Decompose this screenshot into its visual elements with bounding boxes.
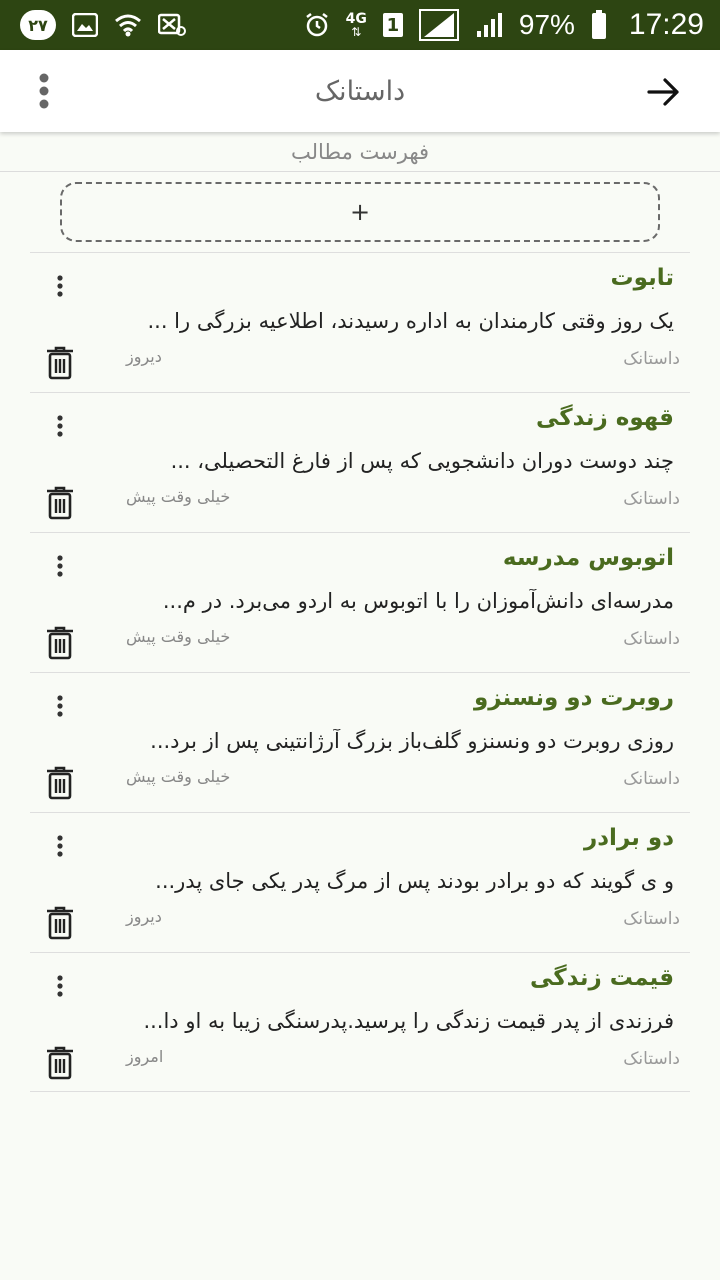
row-more-button[interactable] [48,833,72,859]
story-category: داستانک [623,489,680,509]
story-category: داستانک [623,909,680,929]
data-off-icon [158,13,186,37]
app-title: داستانک [314,75,406,107]
more-vertical-icon [57,975,63,997]
story-excerpt: روزی روبرت دو ونسنزو گلف‌باز بزرگ آرژانت… [150,729,674,753]
story-excerpt: یک روز وقتی کارمندان به اداره رسیدند، اط… [147,309,674,333]
notification-badge: ۲۷ [20,10,56,40]
row-delete-button[interactable] [44,345,76,381]
row-delete-button[interactable] [44,905,76,941]
battery-icon [591,10,607,40]
more-vertical-icon [57,695,63,717]
more-vertical-icon [57,275,63,297]
sim-label: 1 [382,13,403,37]
row-delete-button[interactable] [44,625,76,661]
trash-icon [47,906,73,940]
status-bar-left: ۲۷ [20,10,186,40]
sim-icon: 1 [382,13,403,37]
add-story-button[interactable]: + [60,182,660,242]
row-delete-button[interactable] [44,1045,76,1081]
arrow-right-icon [647,78,679,106]
story-date: خیلی وقت پیش [126,487,231,506]
section-title: فهرست مطالب [290,139,430,164]
trash-icon [47,626,73,660]
section-header: فهرست مطالب [0,132,720,172]
story-excerpt: مدرسه‌ای دانش‌آموزان را با اتوبوس به ارد… [162,589,674,613]
more-vertical-icon [57,415,63,437]
image-icon [72,13,98,37]
row-more-button[interactable] [48,693,72,719]
story-excerpt: چند دوست دوران دانشجویی که پس از فارغ ال… [170,449,674,473]
overflow-menu-button[interactable] [26,70,62,112]
trash-icon [47,346,73,380]
trash-icon [47,766,73,800]
signal-bars-icon [475,11,503,39]
battery-percent: 97% [518,9,575,40]
status-bar-right: 4G ⇅ 1 97% 17:29 [304,8,704,42]
story-title: تابوت [610,265,674,291]
story-category: داستانک [623,1049,680,1069]
story-category: داستانک [623,349,680,369]
story-row[interactable]: قیمت زندگی فرزندی از پدر قیمت زندگی را پ… [30,952,690,1092]
story-title: اتوبوس مدرسه [502,545,674,571]
story-title: دو برادر [584,825,674,851]
story-title: روبرت دو ونسنزو [473,685,674,711]
network-label: 4G [345,11,367,27]
story-list: تابوت یک روز وقتی کارمندان به اداره رسید… [30,252,690,1092]
row-more-button[interactable] [48,273,72,299]
story-row[interactable]: اتوبوس مدرسه مدرسه‌ای دانش‌آموزان را با … [30,532,690,672]
signal-icon [418,9,459,41]
alarm-icon [304,12,330,38]
story-category: داستانک [623,629,680,649]
network-type-icon: 4G ⇅ [346,12,367,38]
data-arrows-icon: ⇅ [351,25,362,39]
story-excerpt: و ی گویند که دو برادر بودند پس از مرگ پد… [155,869,674,893]
story-title: قیمت زندگی [529,965,674,991]
story-category: داستانک [623,769,680,789]
story-date: امروز [126,1047,164,1066]
row-delete-button[interactable] [44,765,76,801]
wifi-icon [114,13,142,37]
more-vertical-icon [57,835,63,857]
story-row[interactable]: دو برادر و ی گویند که دو برادر بودند پس … [30,812,690,952]
trash-icon [47,486,73,520]
row-delete-button[interactable] [44,485,76,521]
row-more-button[interactable] [48,973,72,999]
more-vertical-icon [39,73,49,109]
story-row[interactable]: روبرت دو ونسنزو روزی روبرت دو ونسنزو گلف… [30,672,690,812]
story-date: خیلی وقت پیش [126,767,231,786]
more-vertical-icon [57,555,63,577]
story-row[interactable]: تابوت یک روز وقتی کارمندان به اداره رسید… [30,252,690,392]
story-row[interactable]: قهوه زندگی چند دوست دوران دانشجویی که پس… [30,392,690,532]
story-date: دیروز [126,347,162,366]
add-button-label: + [349,198,371,226]
story-title: قهوه زندگی [535,405,674,431]
status-bar: ۲۷ 4G ⇅ 1 97% 17:29 [0,0,720,50]
row-more-button[interactable] [48,413,72,439]
status-time: 17:29 [628,8,704,41]
story-date: خیلی وقت پیش [126,627,231,646]
app-bar: داستانک [0,50,720,132]
story-date: دیروز [126,907,162,926]
trash-icon [47,1046,73,1080]
row-more-button[interactable] [48,553,72,579]
story-excerpt: فرزندی از پدر قیمت زندگی را پرسید.پدرسنگ… [143,1009,674,1033]
back-button[interactable] [644,72,684,112]
